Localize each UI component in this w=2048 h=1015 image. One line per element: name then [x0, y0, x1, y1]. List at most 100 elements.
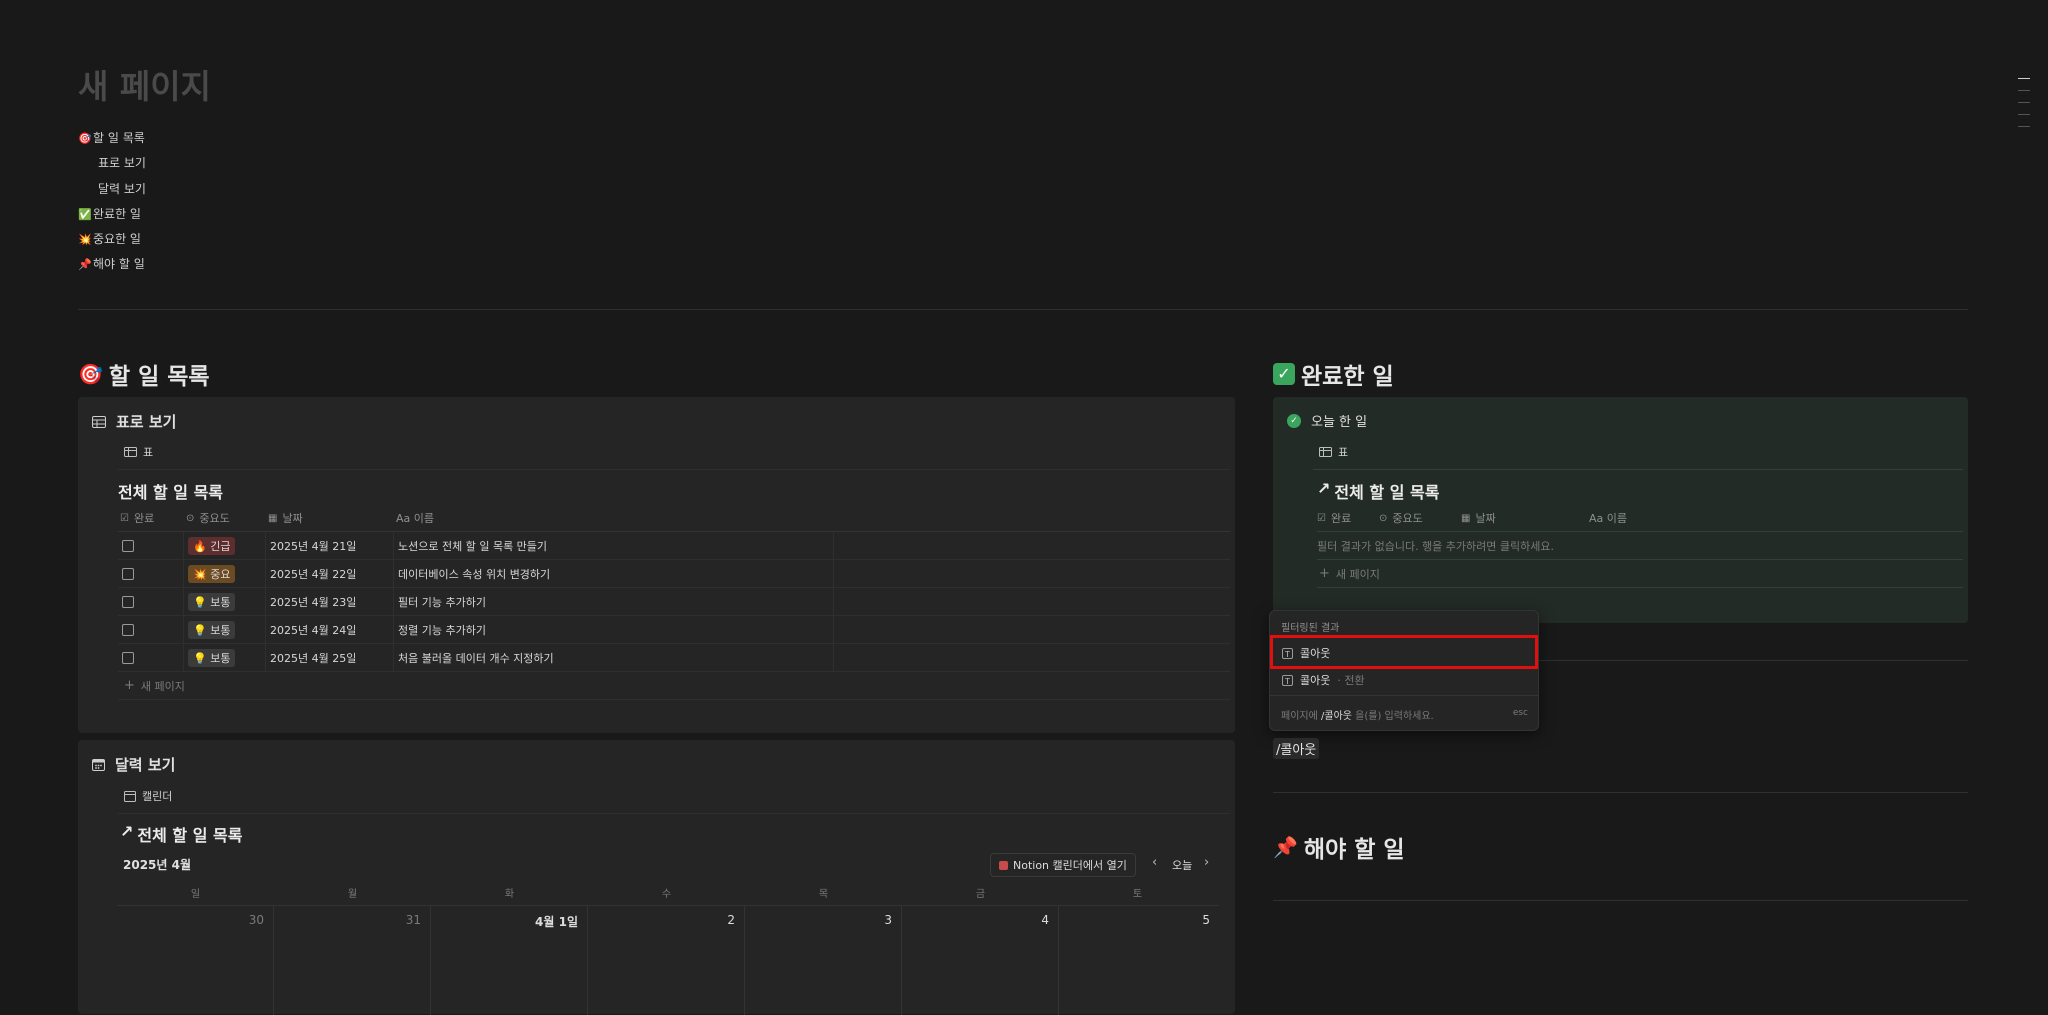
date-cell[interactable]: 2025년 4월 21일 [266, 532, 394, 559]
name-cell[interactable]: 노션으로 전체 할 일 목록 만들기 [394, 532, 834, 559]
outline-minimap[interactable] [2018, 78, 2030, 138]
divider [118, 813, 1230, 814]
done-checkbox[interactable] [122, 623, 134, 636]
weekday-header: 일 월 화 수 목 금 토 [190, 889, 1143, 900]
column-name[interactable]: Aa 이름 [1589, 510, 1789, 526]
pushpin-icon: 📌 [1273, 835, 1298, 859]
date-cell[interactable]: 2025년 4월 23일 [266, 588, 394, 615]
minimap-line [2018, 90, 2030, 91]
empty-state-row[interactable]: 필터 결과가 없습니다. 행을 추가하려면 클릭하세요. [1317, 532, 1963, 560]
check-mark-icon: ✅ [78, 207, 92, 221]
select-icon: ⊙ [1379, 512, 1388, 524]
calendar-icon [92, 759, 105, 771]
calendar-view-title[interactable]: 달력 보기 [92, 754, 175, 775]
divider [1273, 792, 1968, 793]
date-cell[interactable]: 2025년 4월 25일 [266, 644, 394, 671]
calendar-view-panel: 달력 보기 캘린더 ↗ 전체 할 일 목록 2025년 4월 Notion 캘린… [78, 740, 1235, 1015]
must-do-heading[interactable]: 📌 해야 할 일 [1273, 830, 1405, 864]
done-checkbox[interactable] [122, 539, 134, 552]
date-cell[interactable]: 2025년 4월 22일 [266, 560, 394, 587]
divider [1270, 695, 1538, 696]
name-cell[interactable]: 정렬 기능 추가하기 [394, 616, 834, 643]
notion-calendar-icon [999, 860, 1008, 870]
column-priority[interactable]: ⊙ 중요도 [1379, 510, 1461, 526]
new-page-row[interactable]: + 새 페이지 [118, 672, 1230, 700]
menu-footer-hint: 페이지에 /콜아웃 을(를) 입력하세요. [1281, 711, 1434, 722]
name-cell[interactable]: 처음 불러올 데이터 개수 지정하기 [394, 644, 834, 671]
priority-tag[interactable]: 🔥 긴급 [188, 536, 236, 555]
column-name[interactable]: Aa 이름 [396, 510, 836, 526]
calendar-day[interactable]: 30 [117, 905, 274, 1015]
page-title[interactable]: 새 페이지 [78, 60, 211, 108]
calendar-grid: 일 월 화 수 목 금 토 30 31 4월 1일 2 3 4 5 [117, 885, 1219, 1015]
tab-table[interactable]: 표 [1319, 444, 1348, 460]
calendar-day[interactable]: 4월 1일 [431, 905, 588, 1015]
column-done[interactable]: ☑ 완료 [118, 510, 186, 526]
toc-item[interactable]: 💥중요한 일 [78, 227, 146, 252]
table-row[interactable]: 💡 보통 2025년 4월 25일 처음 불러올 데이터 개수 지정하기 [118, 644, 1230, 672]
table-row[interactable]: 💡 보통 2025년 4월 24일 정렬 기능 추가하기 [118, 616, 1230, 644]
new-page-row[interactable]: + 새 페이지 [1317, 560, 1963, 588]
tab-table[interactable]: 표 [124, 444, 153, 460]
database-title[interactable]: ↗ 전체 할 일 목록 [120, 822, 242, 846]
toc-item[interactable]: 📌해야 할 일 [78, 252, 146, 277]
date-cell[interactable]: 2025년 4월 24일 [266, 616, 394, 643]
database-title[interactable]: ↗ 전체 할 일 목록 [1317, 479, 1439, 503]
column-priority[interactable]: ⊙ 중요도 [186, 510, 268, 526]
toc-item[interactable]: 달력 보기 [78, 177, 146, 202]
calendar-day[interactable]: 5 [1059, 905, 1219, 1015]
divider [1273, 900, 1968, 901]
check-mark-icon: ✓ [1273, 363, 1295, 385]
done-checkbox[interactable] [122, 651, 134, 664]
done-heading[interactable]: ✓ 완료한 일 [1273, 357, 1394, 391]
next-month-button[interactable]: › [1204, 855, 1209, 870]
calendar-day[interactable]: 3 [745, 905, 902, 1015]
todo-heading[interactable]: 🎯 할 일 목록 [78, 357, 210, 391]
divider [1313, 469, 1963, 470]
esc-hint: esc [1512, 708, 1528, 718]
text-block-icon: T [1282, 674, 1293, 686]
name-cell[interactable]: 데이터베이스 속성 위치 변경하기 [394, 560, 834, 587]
calendar-day[interactable]: 4 [902, 905, 1059, 1015]
priority-tag[interactable]: 💥 중요 [188, 564, 236, 583]
menu-option-callout-convert[interactable]: T 콜아웃 · 전환 [1282, 672, 1365, 688]
calendar-day[interactable]: 2 [588, 905, 745, 1015]
minimap-line [2018, 78, 2030, 79]
today-button[interactable]: 오늘 [1172, 857, 1192, 873]
checkbox-icon: ☑ [1317, 512, 1326, 524]
toc-item[interactable]: ✅완료한 일 [78, 202, 146, 227]
name-cell[interactable]: 필터 기능 추가하기 [394, 588, 834, 615]
done-view-title[interactable]: ✓ 오늘 한 일 [1287, 411, 1367, 430]
priority-tag[interactable]: 💡 보통 [188, 592, 236, 611]
calendar-icon [124, 790, 136, 802]
toc-item[interactable]: 🎯할 일 목록 [78, 126, 146, 151]
arrow-up-right-icon: ↗ [1317, 479, 1331, 498]
open-notion-calendar-button[interactable]: Notion 캘린더에서 열기 [990, 853, 1136, 877]
plus-icon: + [124, 678, 135, 693]
column-date[interactable]: ▦ 날짜 [1461, 510, 1589, 526]
priority-tag[interactable]: 💡 보통 [188, 620, 236, 639]
column-date[interactable]: ▦ 날짜 [268, 510, 396, 526]
prev-month-button[interactable]: ‹ [1152, 855, 1157, 870]
pushpin-icon: 📌 [78, 258, 92, 272]
minimap-line [2018, 102, 2030, 103]
done-view-panel: ✓ 오늘 한 일 표 ↗ 전체 할 일 목록 ☑ 완료 ⊙ 중요도 ▦ 날짜 Aa 이… [1273, 397, 1968, 623]
calendar-month: 2025년 4월 [123, 858, 192, 872]
column-done[interactable]: ☑ 완료 [1317, 510, 1379, 526]
check-circle-icon: ✓ [1287, 413, 1301, 428]
table-row[interactable]: 💡 보통 2025년 4월 23일 필터 기능 추가하기 [118, 588, 1230, 616]
toc-item[interactable]: 표로 보기 [78, 151, 146, 176]
slash-command-menu: 필터링된 결과 T 콜아웃 T 콜아웃 · 전환 페이지에 /콜아웃 을(를) … [1269, 610, 1539, 731]
calendar-day[interactable]: 31 [274, 905, 431, 1015]
table-view-title[interactable]: 표로 보기 [92, 411, 176, 432]
priority-tag[interactable]: 💡 보통 [188, 648, 236, 667]
done-checkbox[interactable] [122, 595, 134, 608]
tab-calendar[interactable]: 캘린더 [124, 788, 172, 804]
table-header: ☑ 완료 ⊙ 중요도 ▦ 날짜 Aa 이름 [1317, 505, 1963, 532]
database-title[interactable]: 전체 할 일 목록 [118, 479, 223, 503]
slash-command-input[interactable]: /콜아웃 [1273, 738, 1320, 759]
table-row[interactable]: 💥 중요 2025년 4월 22일 데이터베이스 속성 위치 변경하기 [118, 560, 1230, 588]
done-checkbox[interactable] [122, 567, 134, 580]
table-row[interactable]: 🔥 긴급 2025년 4월 21일 노션으로 전체 할 일 목록 만들기 [118, 532, 1230, 560]
menu-option-callout[interactable]: T 콜아웃 [1282, 645, 1330, 661]
